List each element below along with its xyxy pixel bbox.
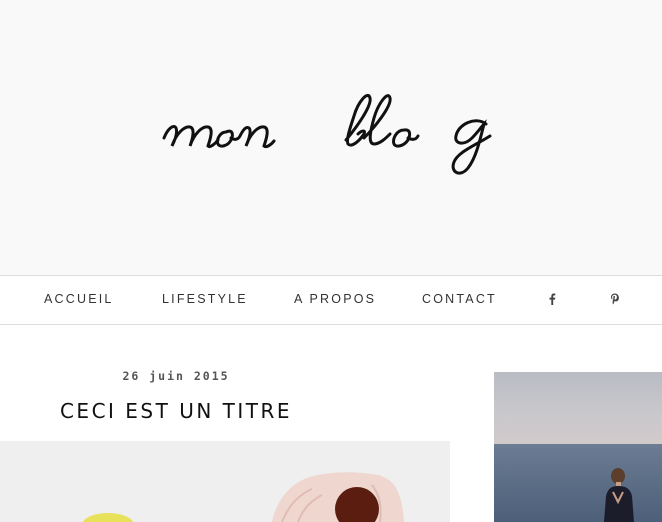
blog-header [0,0,662,275]
nav-item-a-propos[interactable]: A PROPOS [294,291,376,307]
blog-logo[interactable] [160,88,505,183]
nav-item-lifestyle[interactable]: LIFESTYLE [162,291,248,307]
nav-item-contact[interactable]: CONTACT [422,291,497,307]
facebook-icon[interactable] [545,292,559,306]
main-nav: ACCUEIL LIFESTYLE A PROPOS CONTACT [0,275,662,325]
sidebar-image[interactable] [494,372,662,522]
post-title[interactable]: CECI EST UN TITRE [0,399,352,423]
pinterest-icon[interactable] [608,292,622,306]
post-featured-image[interactable] [0,441,450,522]
nav-item-accueil[interactable]: ACCUEIL [44,291,114,307]
post-date: 26 juin 2015 [122,369,230,383]
